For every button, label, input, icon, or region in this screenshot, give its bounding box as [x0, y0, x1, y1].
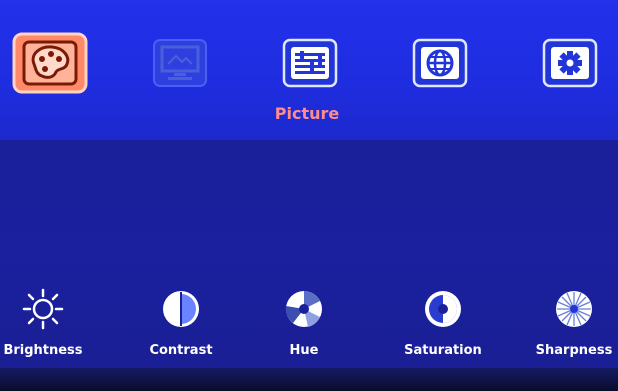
picture-submenu: Brightness Contrast Hue Saturation Sharp…	[0, 140, 618, 368]
item-label: Sharpness	[535, 343, 613, 358]
item-label: Brightness	[3, 343, 83, 358]
menu-item-hue[interactable]: Hue	[254, 286, 354, 366]
saturation-icon	[425, 291, 461, 327]
category-settings[interactable]	[542, 36, 598, 90]
monitor-icon	[153, 39, 207, 87]
menu-item-contrast[interactable]: Contrast	[131, 286, 231, 366]
osd-menu: Picture Brightness Contrast Hue Saturati…	[0, 0, 618, 368]
active-category-label: Picture	[274, 104, 340, 123]
item-label: Contrast	[149, 343, 213, 358]
hue-icon	[285, 291, 322, 327]
contrast-icon	[163, 291, 199, 327]
category-adjust[interactable]	[282, 36, 338, 90]
sharpness-icon	[556, 291, 592, 327]
globe-icon	[412, 38, 468, 88]
item-label: Saturation	[404, 343, 482, 358]
sun-icon	[22, 288, 64, 330]
menu-item-sharpness[interactable]: Sharpness	[524, 286, 618, 366]
category-picture[interactable]	[12, 32, 88, 94]
screen-bezel	[0, 368, 618, 391]
equalizer-icon	[282, 38, 338, 88]
category-network[interactable]	[412, 36, 468, 90]
menu-item-saturation[interactable]: Saturation	[393, 286, 493, 366]
category-display[interactable]	[152, 36, 208, 90]
gear-icon	[542, 38, 598, 88]
menu-item-brightness[interactable]: Brightness	[0, 286, 93, 366]
item-label: Hue	[289, 343, 319, 358]
screen: Picture Brightness Contrast Hue Saturati…	[0, 0, 618, 391]
category-bar: Picture	[0, 0, 618, 140]
palette-icon	[12, 32, 88, 94]
